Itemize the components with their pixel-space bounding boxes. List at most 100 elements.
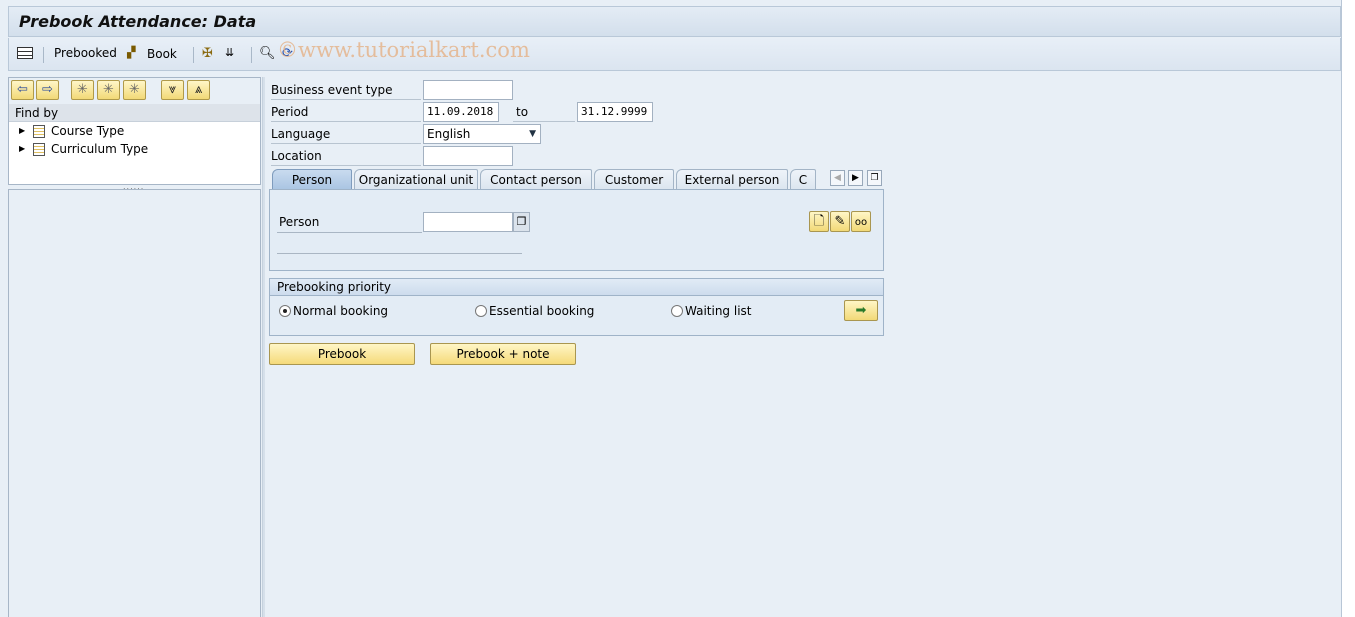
delete-button[interactable]: ✳	[123, 80, 146, 100]
create-icon: ✳	[77, 82, 88, 97]
forward-button[interactable]: ⇨	[36, 80, 59, 100]
document-icon	[33, 143, 45, 156]
arrow-left-icon: ⇦	[17, 82, 28, 97]
back-button[interactable]: ⇦	[11, 80, 34, 100]
title-bar: Prebook Attendance: Data	[8, 6, 1341, 37]
book-label: Book	[147, 47, 177, 61]
prebook-button[interactable]: Prebook	[269, 343, 415, 365]
tab-more[interactable]: C	[790, 169, 816, 190]
location-label: Location	[271, 146, 421, 166]
to-label: to	[513, 102, 575, 122]
tree-item-label: Curriculum Type	[51, 142, 149, 156]
search-help-button[interactable]: ❐	[513, 212, 530, 232]
radio-label: Essential booking	[489, 304, 595, 318]
radio-waiting-list[interactable]: Waiting list	[671, 304, 752, 318]
business-event-type-input[interactable]	[423, 80, 513, 100]
find-by-header: Find by	[9, 104, 260, 122]
prebooked-button[interactable]: Prebooked	[54, 46, 117, 60]
radio-label: Normal booking	[293, 304, 389, 318]
period-from-input[interactable]: 11.09.2018	[423, 102, 499, 122]
period-label: Period	[271, 102, 421, 122]
collapse-all-button[interactable]: ⩓	[187, 80, 210, 100]
copy-icon: ❐	[516, 215, 527, 228]
location-input[interactable]	[423, 146, 513, 166]
scroll-icon: ✠	[202, 46, 213, 61]
hierarchy-icon: ▞	[127, 46, 136, 59]
tree-item-label: Course Type	[51, 124, 125, 138]
document-icon	[33, 125, 45, 138]
tree-toolbar: ⇦ ⇨ ✳ ✳ ✳ ⩔ ⩓	[9, 78, 260, 104]
expand-icon: ⩔	[168, 82, 177, 97]
delete-icon: ✳	[129, 82, 140, 97]
tab-list-button[interactable]: ❐	[867, 170, 882, 186]
period-to-input[interactable]: 31.12.9999	[577, 102, 653, 122]
display-person-button[interactable]: oo	[851, 211, 871, 232]
application-toolbar: Prebooked ▞ Book ✠ ⇊ 🔍︎ ⟳	[8, 38, 1341, 71]
prebooking-priority-title: Prebooking priority	[270, 279, 883, 296]
create-person-button[interactable]: 🗋	[809, 211, 829, 232]
person-label: Person	[277, 212, 422, 233]
tab-organizational-unit[interactable]: Organizational unit	[354, 169, 478, 190]
radio-normal-booking[interactable]: Normal booking	[279, 304, 388, 318]
sap-window: Prebook Attendance: Data Prebooked ▞ Book…	[0, 0, 1342, 617]
pencil-icon: ✎	[834, 214, 846, 229]
radio-selected-icon	[279, 305, 291, 317]
collapse-icon: ⩓	[194, 82, 203, 97]
magnifier-icon: 🔍︎	[259, 46, 276, 61]
refresh-icon: ⟳	[282, 46, 293, 61]
radio-essential-booking[interactable]: Essential booking	[475, 304, 594, 318]
person-input[interactable]	[423, 212, 513, 232]
blank-document-icon: 🗋	[813, 214, 825, 229]
tab-customer[interactable]: Customer	[594, 169, 674, 190]
tab-list-icon: ❐	[870, 173, 879, 183]
glasses-icon: oo	[854, 217, 868, 228]
triangle-right-icon: ▶	[852, 173, 859, 183]
expand-button[interactable]: ⇊	[225, 46, 241, 62]
expand-triangle-icon[interactable]: ▶	[19, 140, 25, 158]
tree-item-course-type[interactable]: ▶ Course Type	[9, 122, 260, 140]
navigation-tree-panel: ⇦ ⇨ ✳ ✳ ✳ ⩔ ⩓ Find by ▶ Course Type ▶ Curr…	[8, 77, 261, 185]
tab-scroll-left-button[interactable]: ◀	[830, 170, 845, 186]
prebooking-priority-group: Prebooking priority Normal booking Essen…	[269, 278, 884, 336]
refresh-button[interactable]: ⟳	[282, 46, 298, 62]
prebooked-label: Prebooked	[54, 46, 117, 60]
divider	[277, 253, 522, 254]
asterisk-icon: ✳	[103, 82, 114, 97]
edit-person-button[interactable]: ✎	[830, 211, 850, 232]
person-tab-content: Person ❐ 🗋 ✎ oo	[269, 189, 884, 271]
radio-unselected-icon	[671, 305, 683, 317]
language-select[interactable]: English ▼	[423, 124, 541, 144]
transfer-button[interactable]: ➡	[844, 300, 878, 321]
create-button[interactable]: ✳	[71, 80, 94, 100]
page-title: Prebook Attendance: Data	[19, 12, 257, 31]
select-button[interactable]: ✳	[97, 80, 120, 100]
toolbar-separator	[43, 47, 44, 63]
arrow-transfer-icon: ➡	[855, 303, 867, 318]
toolbar-separator	[193, 47, 194, 63]
tab-scroll-right-button[interactable]: ▶	[848, 170, 863, 186]
language-label: Language	[271, 124, 421, 144]
radio-unselected-icon	[475, 305, 487, 317]
book-button[interactable]: ▞ Book	[127, 46, 177, 62]
tab-person[interactable]: Person	[272, 169, 352, 190]
chevron-down-icon: ▼	[529, 129, 536, 139]
arrow-right-icon: ⇨	[42, 82, 53, 97]
prebook-note-button[interactable]: Prebook + note	[430, 343, 576, 365]
find-button[interactable]: 🔍︎	[259, 46, 276, 62]
arrows-down-icon: ⇊	[225, 46, 235, 59]
expand-triangle-icon[interactable]: ▶	[19, 122, 25, 140]
overview-button[interactable]	[17, 46, 33, 59]
settings-button[interactable]: ✠	[202, 46, 218, 62]
tab-contact-person[interactable]: Contact person	[480, 169, 592, 190]
triangle-left-icon: ◀	[834, 173, 841, 183]
toolbar-separator	[251, 47, 252, 63]
language-value: English	[427, 127, 471, 141]
vertical-splitter[interactable]	[262, 77, 265, 617]
lower-panel	[8, 189, 261, 617]
list-icon	[17, 47, 33, 59]
radio-label: Waiting list	[685, 304, 752, 318]
tree-item-curriculum-type[interactable]: ▶ Curriculum Type	[9, 140, 260, 158]
business-event-type-label: Business event type	[271, 80, 421, 100]
expand-all-button[interactable]: ⩔	[161, 80, 184, 100]
tab-external-person[interactable]: External person	[676, 169, 788, 190]
